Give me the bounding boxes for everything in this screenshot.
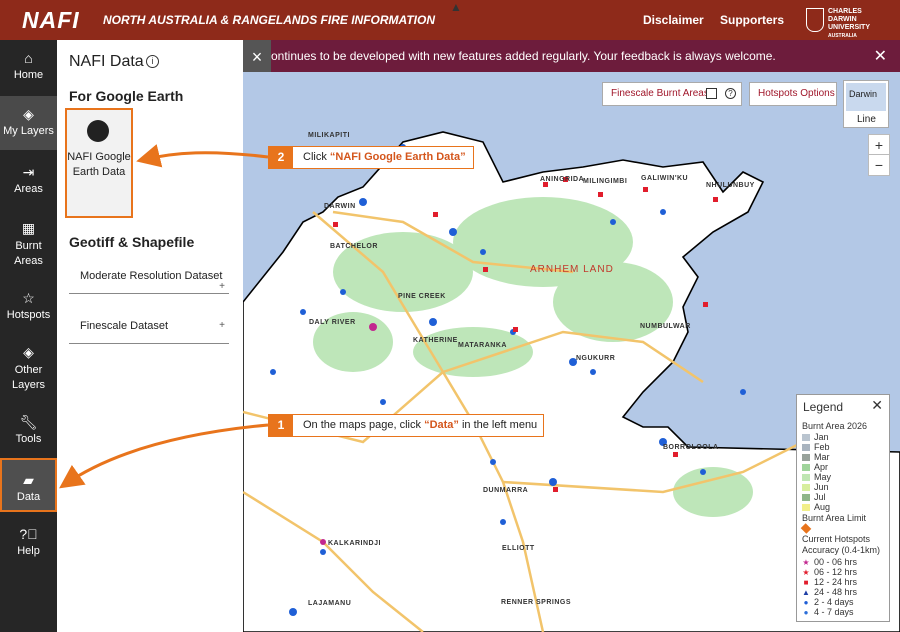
legend-hotspot: ● 2 - 4 days xyxy=(803,597,854,607)
legend-title: Legend xyxy=(803,400,844,414)
square-icon: ■ xyxy=(803,578,809,587)
legend-month: Apr xyxy=(802,462,828,472)
legend-hotspot: ● 4 - 7 days xyxy=(803,607,854,617)
arrows xyxy=(59,144,269,489)
legend-panel: Legend ✕ Burnt Area 2026 Jan Feb Mar Apr… xyxy=(796,394,890,622)
burnt-limit-swatch xyxy=(800,523,814,534)
circle-icon: ● xyxy=(803,608,809,617)
legend-month: Jul xyxy=(802,492,826,502)
legend-month: Aug xyxy=(802,502,830,512)
arrow-to-data xyxy=(59,423,269,489)
legend-month: Mar xyxy=(802,452,830,462)
triangle-icon: ▲ xyxy=(802,588,810,597)
legend-hotspot: ■ 12 - 24 hrs xyxy=(803,577,858,587)
legend-hotspot: ▲ 24 - 48 hrs xyxy=(802,587,858,597)
star-icon: ★ xyxy=(802,558,810,567)
legend-month: Jun xyxy=(802,482,829,492)
legend-month: Feb xyxy=(802,442,830,452)
star-icon: ★ xyxy=(802,568,810,577)
legend-month: May xyxy=(802,472,831,482)
close-icon[interactable]: ✕ xyxy=(871,397,883,414)
legend-hotspot: ★ 06 - 12 hrs xyxy=(802,567,858,577)
legend-month: Jan xyxy=(802,432,829,442)
circle-icon: ● xyxy=(803,598,809,607)
arrow-to-ge-button xyxy=(136,144,269,168)
legend-hotspot: ★ 00 - 06 hrs xyxy=(802,557,858,567)
